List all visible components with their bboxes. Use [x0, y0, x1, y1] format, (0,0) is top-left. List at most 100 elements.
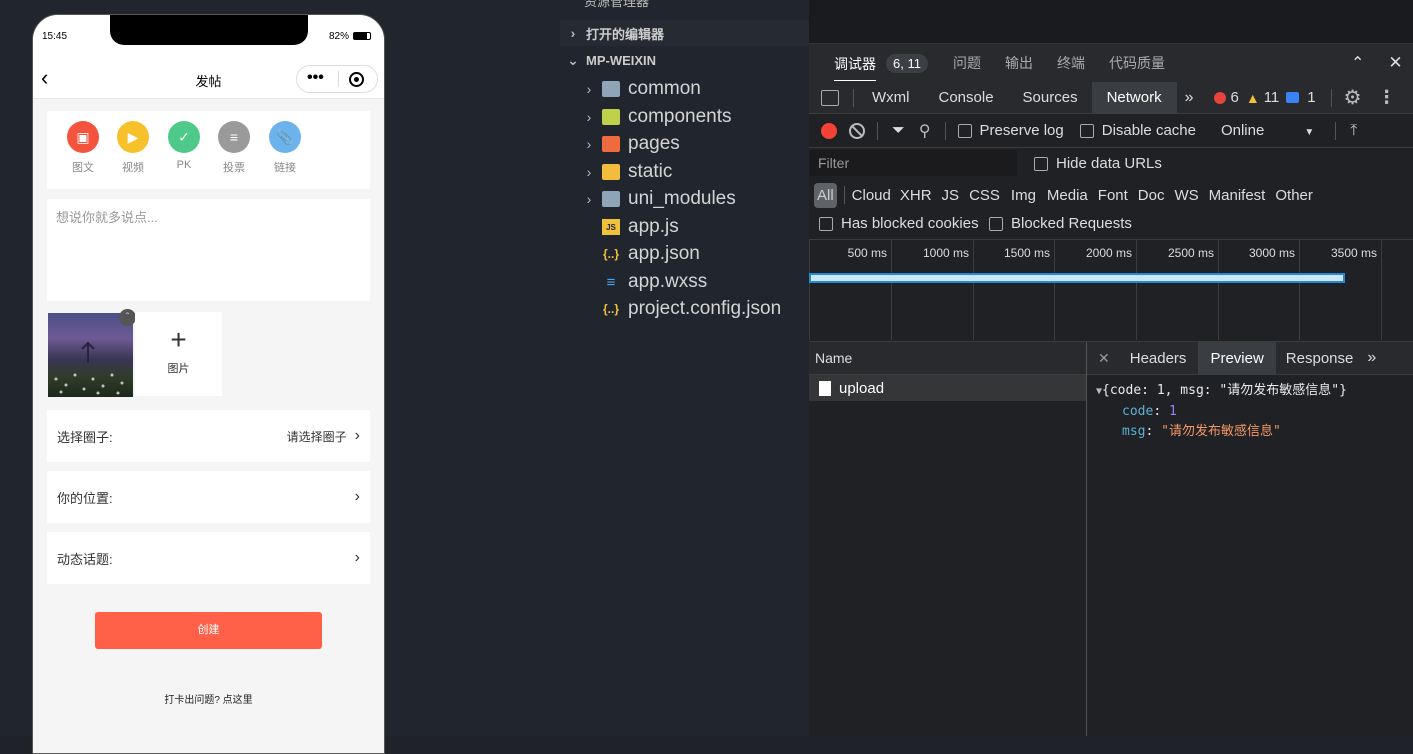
- throttle-select[interactable]: Online ▼: [1221, 122, 1314, 139]
- chevron-right-icon: ›: [354, 549, 360, 566]
- help-link[interactable]: 打卡出问题? 点这里: [33, 691, 384, 706]
- search-icon[interactable]: ⚲: [919, 121, 931, 141]
- name-column-header[interactable]: Name: [809, 342, 1086, 375]
- tab-debugger[interactable]: 调试器: [834, 45, 876, 81]
- bottom-panel-tabs: 调试器 6, 11 问题 输出 终端 代码质量 ⌃ ✕: [809, 44, 1413, 82]
- panel-network[interactable]: Network: [1091, 82, 1177, 113]
- tool-image[interactable]: ▣ 图文: [63, 121, 103, 175]
- details-tabs: ✕ Headers Preview Response »: [1087, 341, 1413, 375]
- add-image-label: 图片: [167, 363, 190, 375]
- filter-input[interactable]: Filter: [809, 150, 1017, 176]
- explorer-title: 资源管理器: [584, 0, 650, 9]
- import-har-icon[interactable]: ⤒: [1350, 122, 1357, 140]
- tree-item-app-json[interactable]: {..} app.json: [560, 241, 809, 267]
- tool-vote[interactable]: ≡ 投票: [214, 121, 254, 175]
- devtools-panel: 调试器 6, 11 问题 输出 终端 代码质量 ⌃ ✕ Wxml Console…: [809, 0, 1413, 736]
- kebab-menu-icon[interactable]: ⋮: [1378, 87, 1396, 108]
- create-button[interactable]: 创建: [95, 612, 322, 649]
- select-circle-row[interactable]: 选择圈子: 请选择圈子 ›: [47, 410, 370, 462]
- chevron-right-icon: ›: [354, 488, 360, 505]
- tool-label: 图文: [72, 162, 94, 174]
- check-icon: ✓: [168, 121, 200, 153]
- panel-sources[interactable]: Sources: [1023, 89, 1078, 106]
- resource-type-filters: All Cloud XHR JS CSS Img Media Font Doc …: [814, 182, 1313, 208]
- panel-console[interactable]: Console: [939, 89, 994, 106]
- tab-terminal[interactable]: 终端: [1057, 53, 1085, 73]
- file-icon: [819, 380, 831, 396]
- location-row[interactable]: 你的位置: ›: [47, 471, 370, 523]
- tab-headers[interactable]: Headers: [1130, 350, 1187, 367]
- close-details-icon[interactable]: ✕: [1098, 350, 1110, 367]
- throttle-value: Online: [1220, 122, 1265, 139]
- more-icon[interactable]: •••: [307, 69, 324, 87]
- tree-item-static[interactable]: › static: [560, 159, 809, 185]
- tool-video[interactable]: ▶ 视频: [113, 121, 153, 175]
- remove-image-icon[interactable]: ˆ: [119, 309, 136, 326]
- json-preview: ▼{code: 1, msg: "请勿发布敏感信息"} code: 1 msg:…: [1087, 375, 1413, 448]
- type-filter-other[interactable]: Other: [1275, 187, 1313, 204]
- blocked-requests-checkbox[interactable]: Blocked Requests: [989, 215, 1132, 232]
- message-icon: [1286, 92, 1300, 103]
- message-count[interactable]: 1: [1307, 89, 1315, 106]
- record-icon[interactable]: [821, 122, 837, 139]
- tree-item-label: project.config.json: [628, 298, 782, 319]
- tree-item-app-js[interactable]: JS app.js: [560, 214, 809, 240]
- disable-cache-checkbox[interactable]: Disable cache: [1079, 122, 1196, 139]
- chevron-up-icon[interactable]: ⌃: [1351, 53, 1364, 73]
- clear-icon[interactable]: [849, 122, 865, 139]
- more-tabs-icon[interactable]: »: [1185, 89, 1194, 107]
- capsule-menu[interactable]: •••: [296, 65, 378, 93]
- type-filter-manifest[interactable]: Manifest: [1209, 187, 1266, 204]
- add-image-button[interactable]: + 图片: [135, 312, 222, 396]
- tab-output[interactable]: 输出: [1005, 53, 1033, 73]
- tree-item-common[interactable]: › common: [560, 76, 809, 102]
- tree-item-components[interactable]: › components: [560, 104, 809, 130]
- tab-problems[interactable]: 问题: [953, 53, 981, 73]
- type-filter-img[interactable]: Img: [1011, 187, 1036, 204]
- filter-icon[interactable]: ⏷: [892, 122, 905, 140]
- error-icon: [1213, 91, 1226, 104]
- type-filter-css[interactable]: CSS: [969, 187, 1000, 204]
- uploaded-image[interactable]: [48, 313, 133, 397]
- tree-item-pages[interactable]: › pages: [560, 131, 809, 157]
- tab-code-quality[interactable]: 代码质量: [1109, 53, 1165, 73]
- tree-item-project-config[interactable]: {..} project.config.json: [560, 296, 809, 322]
- more-tabs-icon[interactable]: »: [1367, 349, 1376, 367]
- request-row-upload[interactable]: upload: [809, 375, 1086, 401]
- type-filter-font[interactable]: Font: [1098, 187, 1128, 204]
- type-filter-xhr[interactable]: XHR: [900, 187, 932, 204]
- network-overview-timeline[interactable]: 500 ms 1000 ms 1500 ms 2000 ms 2500 ms 3…: [809, 240, 1413, 342]
- preserve-log-checkbox[interactable]: Preserve log: [957, 122, 1064, 139]
- json-summary-row[interactable]: ▼{code: 1, msg: "请勿发布敏感信息"}: [1096, 381, 1404, 402]
- tree-item-uni-modules[interactable]: › uni_modules: [560, 186, 809, 212]
- tool-link[interactable]: 📎 链接: [265, 121, 305, 175]
- type-filter-js[interactable]: JS: [942, 187, 960, 204]
- type-filter-cloud[interactable]: Cloud: [852, 187, 891, 204]
- blocked-cookies-checkbox[interactable]: Has blocked cookies: [819, 215, 979, 232]
- network-toolbar: ⏷ ⚲ Preserve log Disable cache Online ▼ ⤒: [809, 114, 1413, 148]
- error-count[interactable]: 6: [1231, 89, 1239, 106]
- tab-response[interactable]: Response: [1276, 342, 1364, 375]
- panel-wxml[interactable]: Wxml: [872, 89, 910, 106]
- close-miniprogram-icon[interactable]: [349, 72, 364, 87]
- close-icon[interactable]: ✕: [1388, 53, 1402, 73]
- inspect-icon[interactable]: [821, 89, 839, 106]
- type-filter-ws[interactable]: WS: [1174, 187, 1198, 204]
- type-filter-doc[interactable]: Doc: [1138, 187, 1165, 204]
- chevron-right-icon: ›: [586, 136, 592, 152]
- topic-row[interactable]: 动态话题: ›: [47, 532, 370, 584]
- warning-count[interactable]: 11: [1264, 89, 1280, 106]
- tree-item-app-wxss[interactable]: ≡ app.wxss: [560, 269, 809, 295]
- settings-gear-icon[interactable]: ⚙: [1344, 85, 1362, 110]
- tab-preview[interactable]: Preview: [1198, 341, 1276, 375]
- open-editors-section[interactable]: › 打开的编辑器: [560, 20, 809, 46]
- checkbox-label: Has blocked cookies: [841, 215, 979, 232]
- hide-data-urls-checkbox[interactable]: Hide data URLs: [1034, 155, 1162, 172]
- project-section[interactable]: ⌄ MP-WEIXIN: [560, 47, 809, 73]
- tool-pk[interactable]: ✓ PK: [164, 121, 204, 171]
- type-filter-all[interactable]: All: [814, 182, 837, 208]
- tool-label: 链接: [274, 162, 296, 174]
- status-bar: 15:45 82%: [33, 15, 384, 59]
- content-textarea[interactable]: 想说你就多说点...: [47, 199, 370, 301]
- type-filter-media[interactable]: Media: [1047, 187, 1088, 204]
